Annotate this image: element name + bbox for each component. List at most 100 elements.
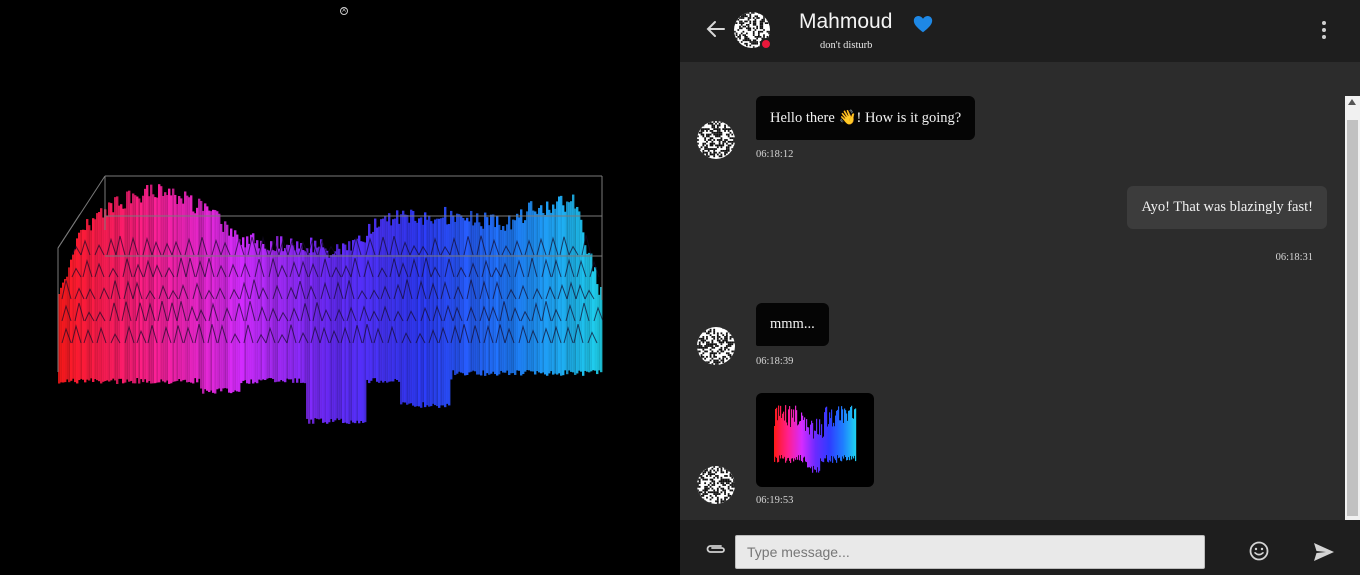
avatar-pixel (704, 137, 707, 140)
avatar-pixel (716, 334, 719, 337)
avatar-pixel (702, 149, 705, 152)
avatar-pixel (713, 126, 716, 129)
avatar-pixel (706, 493, 708, 495)
avatar-pixel (716, 146, 719, 149)
avatar-pixel (746, 42, 748, 45)
avatar-pixel (709, 359, 712, 362)
message-input[interactable] (735, 535, 1205, 569)
sender-avatar[interactable] (697, 466, 735, 504)
avatar-pixel (706, 496, 708, 499)
avatar-pixel (733, 485, 735, 488)
avatar-pixel (720, 467, 723, 470)
avatar-pixel (724, 130, 726, 132)
avatar-pixel (713, 354, 716, 356)
back-arrow-icon[interactable] (704, 16, 728, 42)
avatar-pixel (716, 469, 719, 472)
avatar-pixel (702, 336, 705, 338)
avatar-pixel (706, 332, 708, 335)
sender-avatar[interactable] (697, 121, 735, 159)
avatar-pixel (698, 337, 701, 340)
avatar-pixel (702, 476, 705, 479)
avatar-pixel (733, 327, 735, 329)
avatar-pixel (740, 13, 743, 16)
avatar-pixel (720, 144, 723, 147)
avatar-pixel (724, 498, 726, 501)
avatar-pixel (718, 466, 721, 468)
avatar-pixel (716, 133, 719, 136)
avatar-pixel (720, 359, 723, 362)
avatar-pixel (713, 493, 716, 495)
avatar-pixel (720, 153, 723, 156)
avatar-pixel (715, 494, 717, 497)
avatar-pixel (711, 467, 714, 470)
avatar-pixel (761, 12, 764, 14)
avatar-pixel (704, 345, 707, 347)
avatar-pixel (735, 32, 738, 35)
smiley-icon[interactable] (1248, 540, 1270, 562)
avatar-pixel (716, 493, 719, 495)
avatar-pixel (702, 339, 705, 342)
avatar-pixel (711, 480, 714, 483)
avatar-pixel (733, 131, 735, 134)
bar-visualization[interactable] (0, 0, 680, 575)
avatar-pixel (752, 42, 755, 45)
avatar-pixel (724, 128, 726, 131)
avatar-pixel (697, 155, 699, 158)
avatar-pixel (706, 155, 708, 158)
avatar-pixel (727, 149, 730, 152)
heart-icon[interactable] (912, 13, 934, 35)
avatar-pixel (729, 496, 732, 499)
avatar-pixel (700, 121, 703, 123)
visualization-viewer[interactable]: × (0, 0, 680, 575)
avatar-pixel (706, 146, 708, 149)
avatar-pixel (727, 480, 730, 483)
scroll-up-arrow-icon[interactable] (1348, 99, 1356, 105)
close-icon[interactable]: × (340, 7, 348, 15)
chat-panel: Mahmoud don't disturb Hello there 👋! How… (680, 0, 1360, 575)
avatar-pixel (749, 17, 752, 19)
message-scrollbar[interactable] (1345, 96, 1360, 520)
avatar-pixel (711, 144, 714, 147)
scroll-thumb[interactable] (1347, 120, 1358, 516)
avatar-pixel (702, 363, 705, 365)
avatar-pixel (718, 361, 721, 364)
avatar-pixel (761, 22, 764, 24)
avatar-pixel (759, 20, 762, 23)
avatar-pixel (713, 491, 716, 494)
avatar-pixel (740, 41, 743, 43)
avatar-pixel (702, 473, 705, 476)
avatar-pixel (739, 34, 741, 36)
message-list[interactable]: Hello there 👋! How is it going? 06:18:12… (680, 62, 1360, 520)
avatar-pixel (731, 142, 734, 145)
avatar-pixel (729, 355, 732, 358)
more-vertical-icon[interactable] (1316, 19, 1332, 41)
avatar-pixel (716, 130, 719, 132)
avatar-pixel (725, 502, 728, 504)
sender-avatar[interactable] (697, 327, 735, 365)
avatar-pixel (716, 124, 719, 127)
avatar-pixel (718, 128, 721, 131)
avatar-pixel (727, 146, 730, 149)
avatar-pixel (713, 328, 716, 331)
avatar-pixel (754, 39, 757, 42)
avatar-pixel (734, 15, 736, 18)
avatar-pixel (704, 151, 707, 154)
avatar-pixel (702, 500, 705, 503)
avatar-pixel (727, 348, 730, 351)
avatar-pixel (729, 330, 732, 333)
avatar-pixel (731, 133, 734, 136)
avatar-pixel (724, 337, 726, 340)
message-time: 06:18:39 (756, 356, 794, 367)
avatar-pixel (749, 29, 752, 31)
avatar-pixel (727, 469, 730, 472)
paperclip-icon[interactable] (704, 542, 728, 556)
avatar-pixel (702, 352, 705, 355)
send-icon[interactable] (1312, 541, 1336, 563)
image-message[interactable] (756, 393, 874, 487)
avatar-pixel (718, 142, 721, 145)
avatar-pixel (707, 139, 710, 141)
avatar-pixel (704, 500, 707, 503)
avatar-pixel (698, 475, 701, 477)
avatar-pixel (752, 17, 755, 19)
avatar-pixel (725, 139, 728, 141)
